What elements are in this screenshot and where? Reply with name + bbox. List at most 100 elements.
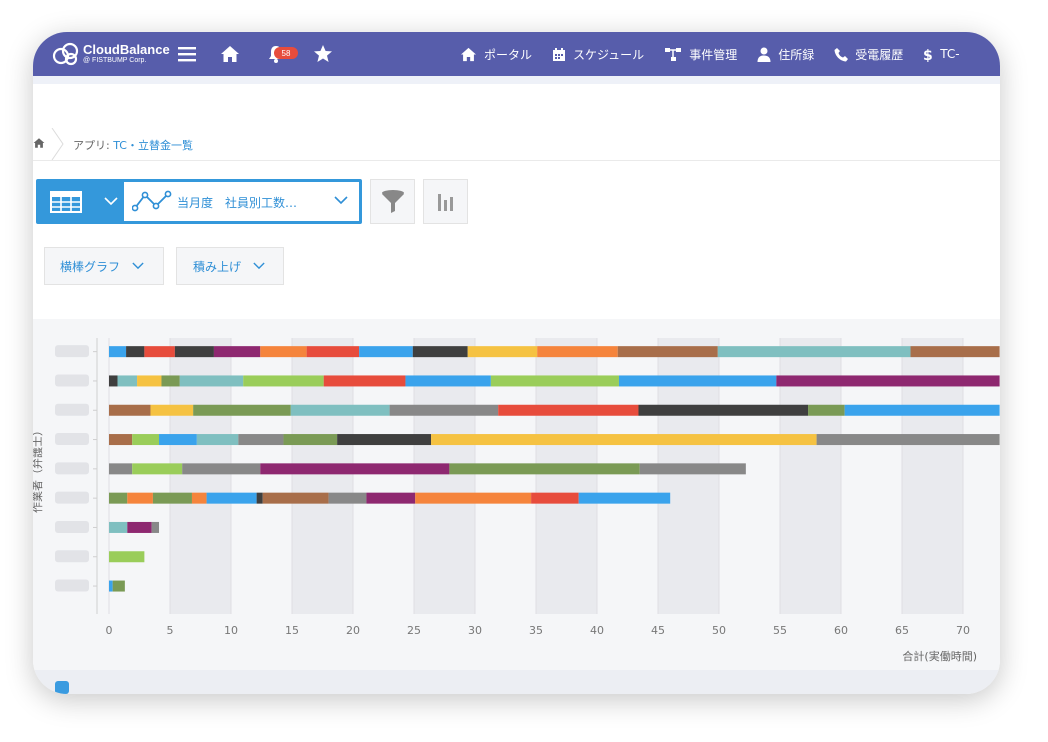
- phone-icon: [834, 47, 849, 61]
- bar-segment: [498, 404, 639, 416]
- dollar-icon: $: [923, 48, 933, 62]
- x-axis-title: 合計(実働時間): [902, 649, 977, 663]
- bar-segment: [256, 492, 263, 504]
- x-tick-label: 65: [895, 624, 909, 637]
- app-window: CloudBalance @ FISTBUMP Corp. 58 ポータル スケ…: [33, 32, 1000, 694]
- x-tick-label: 70: [956, 624, 970, 637]
- nav-case-management[interactable]: 事件管理: [664, 46, 737, 63]
- chevron-down-icon: [334, 196, 348, 205]
- bar-segment: [323, 375, 406, 387]
- stacking-label: 積み上げ: [193, 259, 242, 274]
- breadcrumb-app-link[interactable]: TC・立替金一覧: [113, 139, 193, 152]
- bar-segment: [161, 375, 180, 387]
- bar-segment: [238, 434, 284, 446]
- bar-segment: [109, 551, 145, 563]
- bar-segment: [412, 346, 468, 358]
- menu-button[interactable]: [176, 43, 198, 65]
- nav-address-book[interactable]: 住所録: [757, 46, 814, 63]
- breadcrumb-separator-icon: [51, 128, 64, 160]
- chart-type-label: 横棒グラフ: [60, 259, 121, 274]
- bar-segment: [290, 404, 390, 416]
- bar-segment: [283, 434, 338, 446]
- bar-segment: [389, 404, 499, 416]
- bar-segment: [262, 492, 329, 504]
- bar-segment: [531, 492, 579, 504]
- user-icon: [757, 47, 771, 62]
- x-tick-label: 60: [834, 624, 848, 637]
- bar-segment: [415, 492, 532, 504]
- bar-segment: [405, 375, 491, 387]
- nav-portal-label: ポータル: [484, 47, 533, 62]
- view-name-dropdown[interactable]: 当月度 社員別工数…: [124, 182, 359, 221]
- menu-icon: [178, 47, 196, 62]
- nav-schedule[interactable]: スケジュール: [552, 46, 644, 63]
- home-button[interactable]: [219, 43, 241, 65]
- bar-graph-icon: [437, 193, 453, 211]
- table-view-button[interactable]: [36, 179, 96, 224]
- category-label-placeholder: [55, 403, 89, 416]
- bar-segment: [213, 346, 261, 358]
- category-label-placeholder: [55, 550, 89, 563]
- bar-segment: [112, 580, 125, 592]
- nav-tc-label: TC-: [940, 47, 960, 61]
- nav-call-history[interactable]: 受電履歴: [834, 46, 903, 63]
- x-tick-label: 50: [712, 624, 726, 637]
- x-tick-label: 5: [167, 624, 174, 637]
- bar-segment: [206, 492, 257, 504]
- graph-button[interactable]: [423, 179, 468, 224]
- breadcrumb: アプリ: TC・立替金一覧: [33, 128, 1000, 161]
- category-label-placeholder: [55, 345, 89, 358]
- sitemap-icon: [665, 47, 682, 61]
- chevron-down-icon: [132, 262, 144, 270]
- x-tick-label: 0: [106, 624, 113, 637]
- bar-segment: [182, 463, 261, 475]
- bar-segment: [109, 404, 151, 416]
- logo-mark-icon: [52, 42, 79, 66]
- bar-segment: [150, 404, 194, 416]
- bar-segment: [617, 346, 718, 358]
- bar-segment: [816, 434, 1000, 446]
- breadcrumb-home-icon[interactable]: [33, 137, 45, 149]
- bottom-indicator: [55, 681, 69, 694]
- bar-segment: [109, 492, 128, 504]
- bar-segment: [109, 375, 118, 387]
- bar-segment: [144, 346, 175, 358]
- stacking-dropdown[interactable]: 積み上げ: [176, 247, 284, 285]
- top-navigation-bar: CloudBalance @ FISTBUMP Corp. 58 ポータル スケ…: [33, 32, 1000, 76]
- x-tick-label: 35: [529, 624, 543, 637]
- chart-type-dropdown[interactable]: 横棒グラフ: [44, 247, 164, 285]
- bar-segment: [191, 492, 207, 504]
- bar-segment: [467, 346, 538, 358]
- nav-portal[interactable]: ポータル: [460, 46, 532, 63]
- bar-segment: [132, 434, 160, 446]
- view-type-dropdown[interactable]: [98, 179, 124, 224]
- bar-segment: [196, 434, 239, 446]
- category-label-placeholder: [55, 374, 89, 387]
- bar-segment: [127, 521, 152, 533]
- nav-tc[interactable]: $ TC-: [923, 47, 959, 62]
- category-label-placeholder: [55, 433, 89, 446]
- bar-segment: [127, 492, 153, 504]
- bar-segment: [337, 434, 432, 446]
- bar-segment: [179, 375, 244, 387]
- bottom-strip: [33, 670, 1000, 694]
- stacked-bar-chart: 0 5 10 15 20 25 30 35 40 45 50 55 60 65 70 合計(実働時間) 作業者（…: [33, 338, 1000, 663]
- x-tick-label: 25: [407, 624, 421, 637]
- home-icon: [221, 46, 239, 62]
- nav-case-management-label: 事件管理: [689, 47, 738, 62]
- bar-segment: [490, 375, 619, 387]
- x-tick-label: 30: [468, 624, 482, 637]
- bar-segment: [152, 492, 192, 504]
- filter-button[interactable]: [370, 179, 415, 224]
- category-label-placeholder: [55, 491, 89, 504]
- favorites-button[interactable]: [312, 43, 334, 65]
- nav-address-book-label: 住所録: [778, 47, 815, 62]
- bar-segment: [618, 375, 777, 387]
- nav-links: ポータル スケジュール 事件管理 住所録 受電履歴 $ TC-: [460, 32, 980, 76]
- nav-call-history-label: 受電履歴: [855, 47, 904, 62]
- bar-segment: [359, 346, 413, 358]
- logo-company: @ FISTBUMP Corp.: [83, 57, 147, 64]
- category-label-placeholder: [55, 520, 89, 533]
- app-logo[interactable]: CloudBalance @ FISTBUMP Corp.: [51, 40, 181, 68]
- bar-segment: [174, 346, 214, 358]
